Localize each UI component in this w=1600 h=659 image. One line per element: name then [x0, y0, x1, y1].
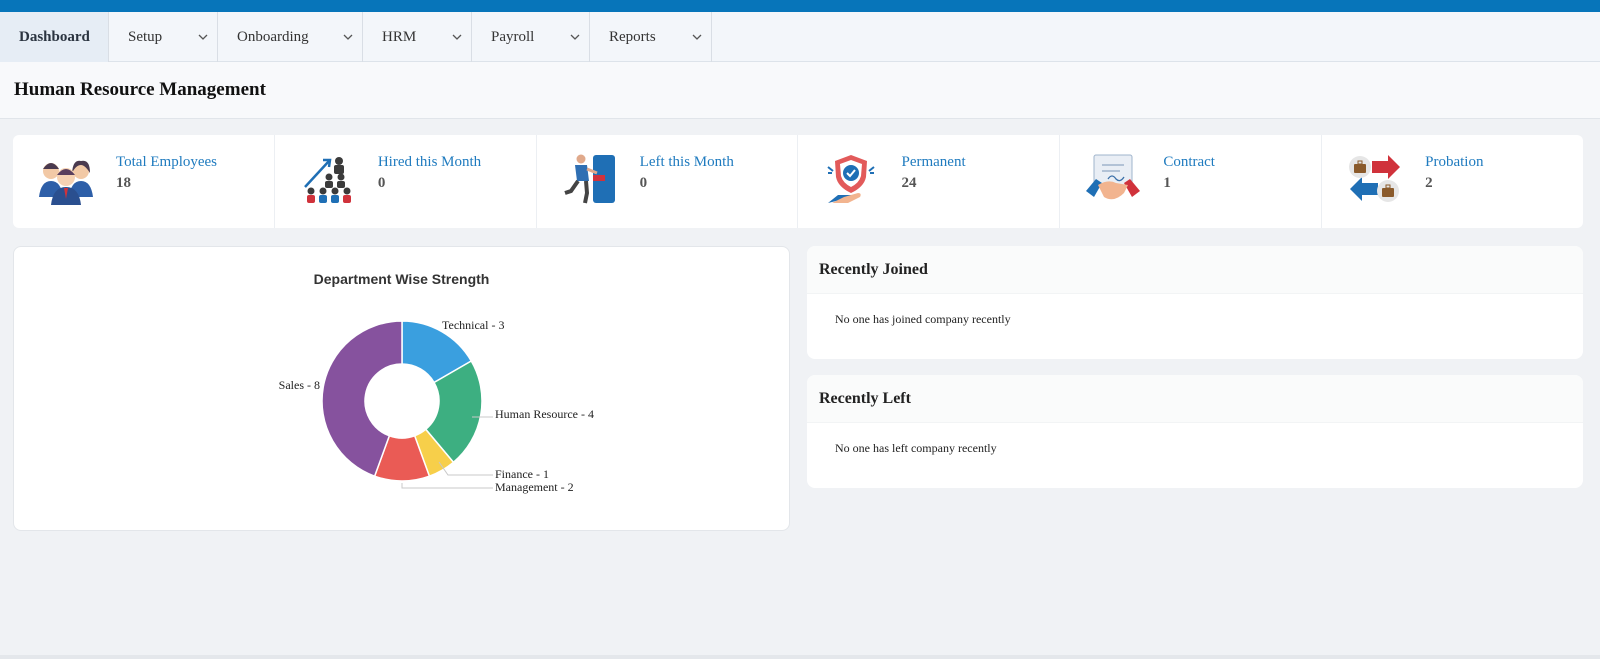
nav-hrm-label: HRM — [382, 28, 417, 45]
employees-icon — [39, 160, 93, 205]
nav-setup[interactable]: Setup — [109, 12, 218, 62]
nav-hrm[interactable]: HRM — [363, 12, 472, 62]
stat-label: Contract — [1163, 154, 1215, 170]
recently-left-panel: Recently Left No one has left company re… — [807, 375, 1583, 488]
nav-reports-label: Reports — [609, 28, 656, 45]
panel-message: No one has left company recently — [835, 441, 997, 455]
stat-total-employees[interactable]: Total Employees 18 — [13, 135, 275, 228]
stat-label: Permanent — [901, 154, 966, 170]
chevron-down-icon — [452, 34, 462, 40]
stat-permanent[interactable]: Permanent 24 — [798, 135, 1061, 228]
handshake-icon — [1086, 154, 1141, 200]
nav-reports[interactable]: Reports — [590, 12, 712, 62]
stats-bar: Total Employees 18 Hired this Month 0 Le… — [13, 135, 1583, 228]
exit-door-icon — [564, 154, 615, 204]
nav-dashboard-label: Dashboard — [19, 28, 90, 45]
slice-label: Human Resource - 4 — [495, 407, 594, 421]
department-donut-chart: Technical - 3 Human Resource - 4 Finance -… — [279, 318, 594, 494]
stat-value: 0 — [377, 175, 386, 191]
label-connector — [401, 483, 493, 489]
recently-joined-panel: Recently Joined No one has joined compan… — [807, 246, 1583, 359]
stat-value: 1 — [1163, 175, 1171, 191]
nav-dashboard[interactable]: Dashboard — [0, 12, 109, 62]
stat-left-this-month[interactable]: Left this Month 0 — [537, 135, 799, 228]
department-strength-card: Department Wise Strength Technical - 3 Hu… — [13, 246, 790, 531]
briefcase-arrows-icon — [1349, 155, 1401, 202]
panel-header: Recently Left — [807, 375, 1583, 423]
stat-label: Hired this Month — [377, 154, 482, 170]
stat-value: 18 — [116, 175, 131, 191]
nav-setup-label: Setup — [128, 28, 163, 45]
stat-value: 24 — [901, 175, 917, 191]
chevron-down-icon — [570, 34, 580, 40]
slice-label: Finance - 1 — [495, 467, 549, 481]
stat-hired-this-month[interactable]: Hired this Month 0 — [275, 135, 537, 228]
slice-label: Technical - 3 — [442, 318, 504, 332]
footer-divider — [0, 655, 1600, 659]
stat-value: 0 — [639, 175, 648, 191]
stat-label: Total Employees — [116, 154, 218, 170]
nav-payroll[interactable]: Payroll — [472, 12, 590, 62]
stat-value: 2 — [1425, 175, 1433, 191]
page-title: Human Resource Management — [14, 79, 266, 100]
hired-icon — [303, 157, 351, 203]
nav-onboarding-label: Onboarding — [237, 28, 309, 45]
stat-label: Left this Month — [639, 154, 734, 170]
slice-label: Sales - 8 — [279, 378, 320, 392]
chevron-down-icon — [343, 34, 353, 40]
panel-title: Recently Left — [819, 389, 911, 407]
stat-contract[interactable]: Contract 1 — [1060, 135, 1323, 228]
nav-payroll-label: Payroll — [491, 28, 535, 45]
chevron-down-icon — [692, 34, 702, 40]
panel-header: Recently Joined — [807, 246, 1583, 294]
shield-hand-icon — [827, 155, 876, 203]
panel-message: No one has joined company recently — [835, 312, 1011, 326]
page-header: Human Resource Management — [0, 62, 1600, 119]
top-brand-bar — [0, 0, 1600, 12]
nav-onboarding[interactable]: Onboarding — [218, 12, 363, 62]
slice-label: Management - 2 — [495, 480, 574, 494]
stat-label: Probation — [1425, 154, 1484, 170]
stat-probation[interactable]: Probation 2 — [1322, 135, 1583, 228]
chevron-down-icon — [198, 34, 208, 40]
main-nav: Dashboard Setup Onboarding HRM Payroll R… — [0, 12, 1600, 62]
panel-title: Recently Joined — [819, 260, 928, 278]
